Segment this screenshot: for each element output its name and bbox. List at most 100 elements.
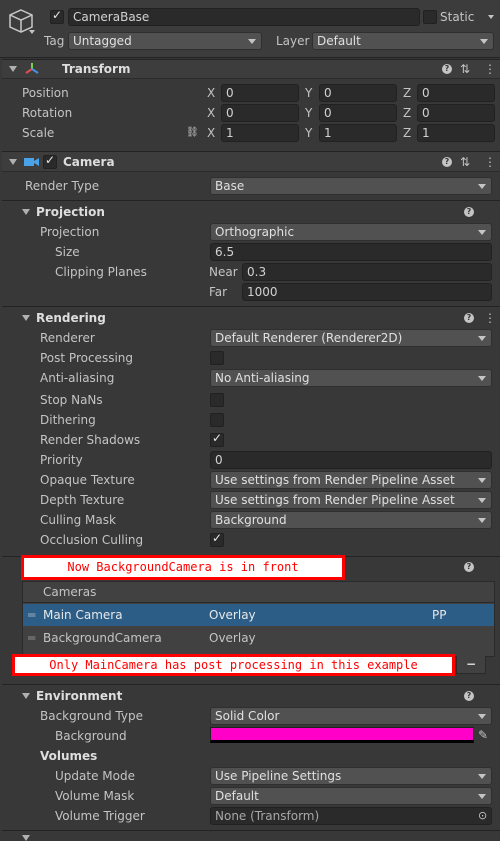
chevron-down-icon: [478, 774, 486, 779]
depth-texture-dropdown[interactable]: Use settings from Render Pipeline Asset: [210, 491, 492, 509]
object-name-field[interactable]: CameraBase: [68, 8, 420, 26]
chevron-down-icon: [478, 230, 486, 235]
layer-value: Default: [317, 34, 361, 48]
size-field[interactable]: 6.5: [210, 243, 492, 261]
projection-label: Projection: [40, 225, 100, 239]
row-camera-type: Overlay: [209, 608, 256, 622]
position-x-field[interactable]: 0: [221, 84, 299, 102]
anti-aliasing-label: Anti-aliasing: [40, 371, 115, 385]
object-picker-icon[interactable]: ⊙: [478, 809, 487, 823]
stop-nans-checkbox[interactable]: [210, 393, 224, 407]
row-camera-name: BackgroundCamera: [43, 631, 162, 645]
renderer-label: Renderer: [40, 331, 95, 345]
more-menu-icon[interactable]: ⋮: [484, 311, 496, 325]
anti-aliasing-dropdown[interactable]: No Anti-aliasing: [210, 369, 492, 387]
presets-icon[interactable]: ⇅: [460, 155, 470, 169]
scale-y-axis: Y: [305, 126, 313, 140]
background-color-swatch[interactable]: [210, 727, 474, 743]
update-mode-label: Update Mode: [55, 769, 135, 783]
render-type-dropdown[interactable]: Base: [210, 177, 492, 195]
constrain-proportions-icon[interactable]: ⛓: [186, 126, 199, 140]
scale-x-field[interactable]: 1: [221, 124, 299, 142]
icon-dropdown-arrow-icon[interactable]: [29, 30, 35, 34]
rotation-z-axis: Z: [403, 106, 412, 120]
separator: [2, 684, 500, 685]
culling-mask-dropdown[interactable]: Background: [210, 511, 492, 529]
help-icon[interactable]: ?: [464, 562, 474, 572]
foldout-arrow-icon[interactable]: [22, 209, 30, 215]
object-active-checkbox[interactable]: [50, 8, 64, 24]
remove-camera-button[interactable]: −: [456, 656, 486, 674]
rotation-y-field[interactable]: 0: [319, 104, 397, 122]
position-y-axis: Y: [305, 86, 313, 100]
layer-dropdown[interactable]: Default: [312, 32, 494, 50]
static-checkbox[interactable]: [423, 10, 437, 24]
priority-field[interactable]: 0: [210, 451, 492, 469]
list-divider: [22, 602, 495, 603]
size-label: Size: [55, 245, 80, 259]
post-processing-checkbox[interactable]: [210, 351, 224, 365]
near-field[interactable]: 0.3: [242, 263, 492, 281]
drag-handle-icon[interactable]: ═: [28, 631, 35, 645]
chevron-down-icon: [478, 714, 486, 719]
position-z-axis: Z: [403, 86, 412, 100]
foldout-arrow-icon[interactable]: [22, 835, 30, 841]
more-menu-icon[interactable]: ⋮: [484, 62, 496, 76]
row-camera-pp: PP: [432, 608, 447, 622]
cameras-list-header: Cameras: [43, 585, 97, 599]
anti-aliasing-value: No Anti-aliasing: [215, 371, 310, 385]
presets-icon[interactable]: ⇅: [460, 62, 470, 76]
projection-value: Orthographic: [215, 225, 295, 239]
background-type-dropdown[interactable]: Solid Color: [210, 707, 492, 725]
rotation-label: Rotation: [22, 106, 73, 120]
projection-dropdown[interactable]: Orthographic: [210, 223, 492, 241]
volume-trigger-label: Volume Trigger: [55, 809, 145, 823]
drag-handle-icon[interactable]: ═: [28, 608, 35, 622]
static-dropdown-arrow-icon[interactable]: [488, 15, 494, 19]
help-icon[interactable]: ?: [442, 157, 452, 167]
volume-mask-dropdown[interactable]: Default: [210, 787, 492, 805]
camera-enabled-checkbox[interactable]: [43, 153, 57, 169]
far-field[interactable]: 1000: [242, 283, 492, 301]
environment-section-title[interactable]: Environment: [36, 687, 122, 705]
volume-trigger-field[interactable]: None (Transform): [210, 807, 492, 825]
culling-mask-label: Culling Mask: [40, 513, 116, 527]
foldout-arrow-icon[interactable]: [9, 159, 17, 165]
rotation-x-axis: X: [207, 106, 216, 120]
opaque-texture-value: Use settings from Render Pipeline Asset: [215, 473, 455, 487]
scale-z-field[interactable]: 1: [417, 124, 495, 142]
position-y-field[interactable]: 0: [319, 84, 397, 102]
foldout-arrow-icon[interactable]: [22, 315, 30, 321]
opaque-texture-dropdown[interactable]: Use settings from Render Pipeline Asset: [210, 471, 492, 489]
foldout-arrow-icon[interactable]: [22, 693, 30, 699]
projection-section-title[interactable]: Projection: [36, 203, 105, 221]
render-shadows-checkbox[interactable]: [210, 431, 224, 447]
priority-label: Priority: [40, 453, 83, 467]
near-label: Near: [209, 265, 238, 279]
chevron-down-icon: [480, 39, 488, 44]
occlusion-culling-checkbox[interactable]: [210, 531, 224, 547]
scale-y-field[interactable]: 1: [319, 124, 397, 142]
rotation-x-field[interactable]: 0: [221, 104, 299, 122]
position-z-field[interactable]: 0: [417, 84, 495, 102]
position-x-axis: X: [207, 86, 216, 100]
help-icon[interactable]: ?: [464, 313, 474, 323]
tag-dropdown[interactable]: Untagged: [68, 32, 262, 50]
foldout-arrow-icon[interactable]: [9, 66, 17, 72]
update-mode-value: Use Pipeline Settings: [215, 769, 342, 783]
culling-mask-value: Background: [215, 513, 287, 527]
rotation-z-field[interactable]: 0: [417, 104, 495, 122]
tag-label: Tag: [44, 34, 65, 48]
help-icon[interactable]: ?: [442, 64, 452, 74]
more-menu-icon[interactable]: ⋮: [484, 155, 496, 169]
tag-value: Untagged: [73, 34, 132, 48]
renderer-dropdown[interactable]: Default Renderer (Renderer2D): [210, 329, 492, 347]
dithering-checkbox[interactable]: [210, 413, 224, 427]
update-mode-dropdown[interactable]: Use Pipeline Settings: [210, 767, 492, 785]
eyedropper-icon[interactable]: ✎: [478, 728, 488, 742]
help-icon[interactable]: ?: [464, 691, 474, 701]
help-icon[interactable]: ?: [464, 207, 474, 217]
far-label: Far: [209, 285, 228, 299]
rotation-y-axis: Y: [305, 106, 313, 120]
rendering-section-title[interactable]: Rendering: [36, 309, 106, 327]
